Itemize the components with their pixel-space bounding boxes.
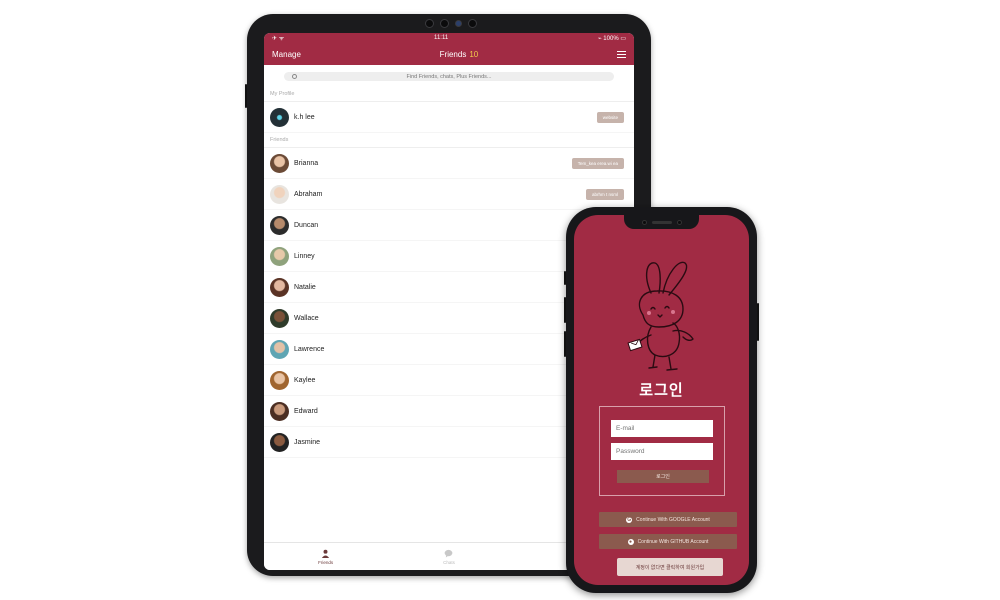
github-login-label: Continue With GITHUB Account bbox=[637, 538, 709, 545]
status-badge: abrhm t nsml bbox=[585, 189, 624, 200]
phone-mute-switch bbox=[564, 271, 566, 285]
camera-lens-icon bbox=[676, 219, 682, 225]
section-label-friends: Friends bbox=[264, 133, 634, 148]
avatar bbox=[270, 401, 289, 421]
google-icon: G bbox=[626, 516, 633, 523]
manage-button[interactable]: Manage bbox=[272, 50, 301, 59]
tab-chats[interactable]: Chats bbox=[429, 549, 469, 565]
phone-screen: 로그인 로그인 G Continue With GOOGLE Account ●… bbox=[574, 215, 749, 585]
avatar bbox=[270, 215, 289, 235]
camera-lens-icon bbox=[455, 19, 462, 27]
friend-name: Wallace bbox=[294, 314, 319, 322]
sensor-icon bbox=[425, 18, 434, 28]
avatar bbox=[270, 370, 289, 390]
device-mockup-stage: ✈ ᯤ 11:11 ⌁ 100% ▭ Manage Friends 10 Find… bbox=[0, 0, 1000, 600]
avatar bbox=[270, 246, 289, 266]
search-placeholder: Find Friends, chats, Plus Friends... bbox=[406, 73, 492, 80]
phone-power-button bbox=[757, 303, 759, 341]
github-login-button[interactable]: ● Continue With GITHUB Account bbox=[599, 534, 737, 549]
avatar bbox=[270, 184, 289, 204]
speaker-icon bbox=[651, 220, 672, 224]
status-time: 11:11 bbox=[434, 35, 449, 41]
friend-name: Jasmine bbox=[294, 438, 321, 446]
person-icon bbox=[322, 549, 330, 558]
tab-label: Friends bbox=[318, 559, 334, 565]
avatar bbox=[270, 277, 289, 297]
tab-label: Chats bbox=[443, 559, 455, 565]
avatar bbox=[270, 107, 289, 127]
phone-volume-down bbox=[564, 331, 566, 357]
password-field[interactable] bbox=[611, 443, 713, 460]
signup-button[interactable]: 계정이 없다면 클릭하여 회원가입 bbox=[617, 558, 723, 576]
status-bar: ✈ ᯤ 11:11 ⌁ 100% ▭ bbox=[264, 33, 634, 43]
list-item[interactable]: Brianna Tem_kea erea.wi ea bbox=[264, 148, 634, 179]
friend-name: Lawrence bbox=[294, 345, 325, 353]
email-field[interactable] bbox=[611, 420, 713, 437]
phone-notch bbox=[624, 215, 699, 229]
avatar bbox=[270, 339, 289, 359]
page-title-text: Friends bbox=[439, 49, 467, 59]
menu-icon[interactable] bbox=[616, 50, 626, 58]
sensor-icon bbox=[440, 18, 449, 28]
list-item[interactable]: Abraham abrhm t nsml bbox=[264, 179, 634, 210]
search-icon bbox=[292, 74, 297, 79]
friend-name: Brianna bbox=[294, 159, 319, 167]
status-right: ⌁ 100% ▭ bbox=[598, 35, 626, 42]
sensor-icon bbox=[468, 18, 477, 28]
tab-friends[interactable]: Friends bbox=[306, 549, 346, 565]
friend-name: Kaylee bbox=[294, 376, 316, 384]
status-badge: website bbox=[596, 112, 624, 123]
friend-name: Natalie bbox=[294, 283, 316, 291]
friend-name: Edward bbox=[294, 407, 318, 415]
avatar bbox=[270, 153, 289, 173]
google-login-button[interactable]: G Continue With GOOGLE Account bbox=[599, 512, 737, 527]
app-header: Manage Friends 10 bbox=[264, 43, 634, 65]
status-badge: Tem_kea erea.wi ea bbox=[571, 158, 624, 169]
friend-name: Duncan bbox=[294, 221, 319, 229]
sensor-icon bbox=[641, 219, 647, 225]
search-input[interactable]: Find Friends, chats, Plus Friends... bbox=[284, 72, 614, 81]
chat-bubble-icon bbox=[445, 549, 453, 558]
github-icon: ● bbox=[627, 538, 634, 545]
status-left: ✈ ᯤ bbox=[272, 36, 285, 42]
login-title: 로그인 bbox=[639, 382, 684, 399]
login-form: 로그인 bbox=[599, 406, 725, 496]
my-profile-row[interactable]: k.h lee website bbox=[264, 102, 634, 133]
avatar bbox=[270, 308, 289, 328]
rabbit-mascot-icon bbox=[627, 261, 694, 371]
page-title: Friends 10 bbox=[440, 50, 479, 59]
tablet-camera-bar bbox=[407, 17, 495, 29]
profile-name: k.h lee bbox=[294, 113, 315, 121]
phone-volume-up bbox=[564, 297, 566, 323]
google-login-label: Continue With GOOGLE Account bbox=[636, 516, 710, 523]
avatar bbox=[270, 432, 289, 452]
login-button[interactable]: 로그인 bbox=[617, 470, 709, 483]
phone-device: 로그인 로그인 G Continue With GOOGLE Account ●… bbox=[564, 207, 759, 593]
friend-name: Abraham bbox=[294, 190, 323, 198]
section-label-my-profile: My Profile bbox=[264, 87, 634, 102]
friend-name: Linney bbox=[294, 252, 315, 260]
tablet-volume-button bbox=[245, 84, 247, 108]
friend-count: 10 bbox=[469, 49, 479, 59]
